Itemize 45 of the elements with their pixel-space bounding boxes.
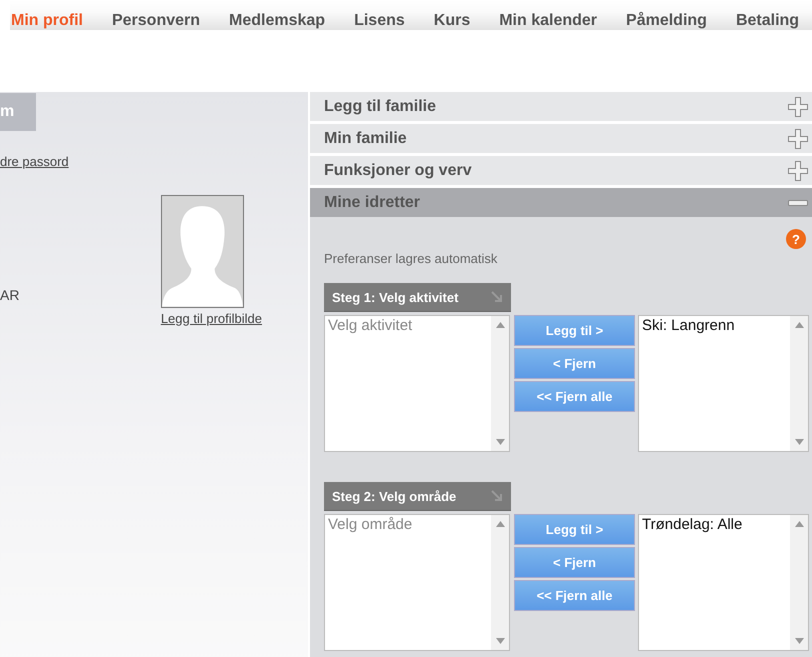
section-title: Legg til familie	[324, 98, 436, 116]
nav-tab[interactable]: Personvern	[112, 12, 214, 30]
arrow-icon	[491, 490, 503, 502]
list-box[interactable]: Trøndelag: Alle	[638, 514, 809, 651]
list-option[interactable]: Ski: Langrenn	[642, 317, 787, 334]
step-title: Steg 1: Velg aktivitet	[332, 290, 458, 304]
scroll-down-icon[interactable]	[794, 638, 804, 644]
autosave-note: Preferanser lagres automatisk	[324, 251, 498, 266]
section-title: Funksjoner og verv	[324, 162, 472, 180]
nav-tab[interactable]: Medlemskap	[229, 12, 340, 30]
avatar-silhouette-icon	[160, 195, 244, 308]
scroll-down-icon[interactable]	[496, 638, 504, 644]
scrollbar[interactable]	[491, 515, 509, 650]
accordion-header[interactable]: Legg til familie	[310, 92, 812, 121]
scrollbar[interactable]	[491, 316, 509, 451]
nav-tab[interactable]: Påmelding	[626, 12, 721, 30]
scroll-up-icon[interactable]	[496, 322, 504, 328]
list-box[interactable]: Velg aktivitet	[324, 315, 510, 452]
field-value: AR	[0, 287, 20, 303]
minus-icon[interactable]	[788, 200, 808, 206]
plus-icon[interactable]	[788, 96, 808, 116]
nav-tab[interactable]: Betaling	[736, 12, 812, 30]
plus-icon[interactable]	[788, 160, 808, 180]
nav-tab[interactable]: Lisens	[354, 12, 419, 30]
list-option[interactable]: Trøndelag: Alle	[642, 516, 787, 533]
list-box[interactable]: Ski: Langrenn	[638, 315, 809, 452]
scroll-down-icon[interactable]	[496, 439, 504, 445]
scroll-up-icon[interactable]	[794, 521, 804, 527]
add-photo-link[interactable]: Legg til profilbilde	[160, 311, 262, 326]
arrow-icon	[491, 291, 503, 303]
nav-tab[interactable]: Kurs	[434, 12, 484, 30]
step-title: Steg 2: Velg område	[332, 488, 456, 504]
scroll-down-icon[interactable]	[794, 439, 804, 445]
scroll-up-icon[interactable]	[794, 322, 804, 328]
plus-icon[interactable]	[788, 128, 808, 148]
scrollbar[interactable]	[790, 515, 808, 650]
scroll-up-icon[interactable]	[496, 521, 504, 527]
nav-tab[interactable]: Min kalender	[499, 12, 612, 30]
section-title: Min familie	[324, 130, 407, 148]
scrollbar[interactable]	[790, 316, 808, 451]
accordion-header[interactable]: Funksjoner og verv	[310, 156, 812, 185]
accordion-header[interactable]: Min familie	[310, 124, 812, 153]
section-title: Mine idretter	[324, 194, 420, 212]
list-box[interactable]: Velg område	[324, 514, 510, 651]
change-password-link[interactable]: dre passord	[0, 154, 69, 169]
